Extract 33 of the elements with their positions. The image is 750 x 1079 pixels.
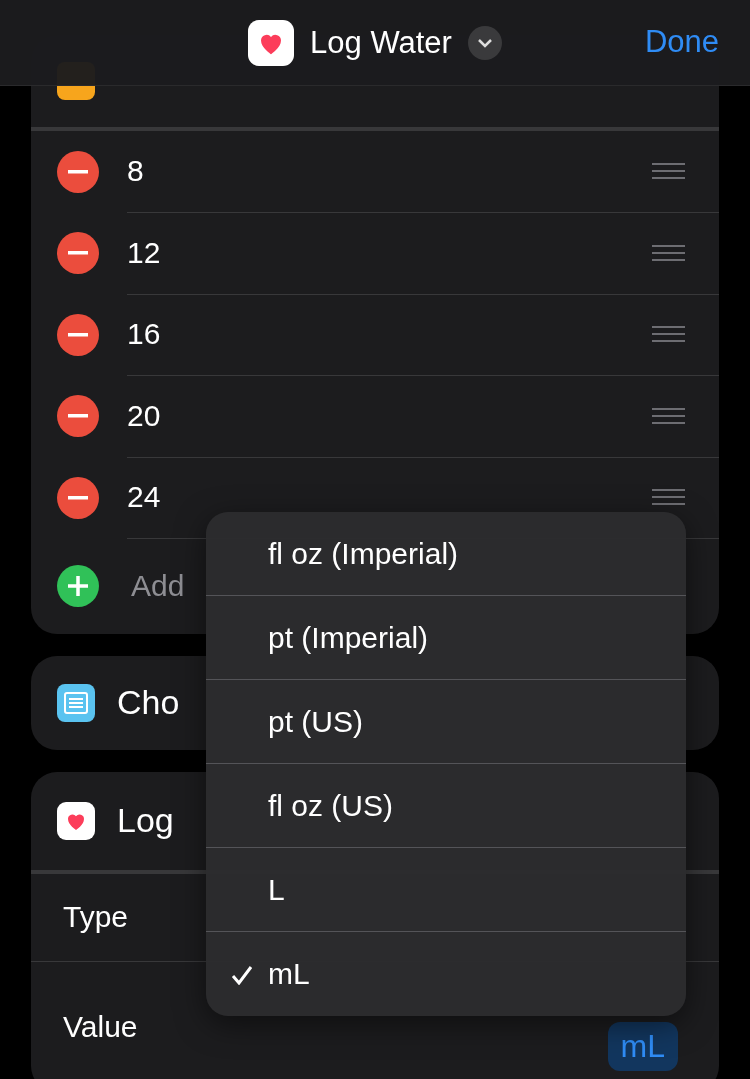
drag-handle-icon[interactable] (652, 243, 685, 262)
field-label: Type (63, 900, 129, 934)
menu-item[interactable]: fl oz (Imperial) (206, 512, 686, 596)
list-item-value: 8 (127, 154, 145, 189)
unit-token[interactable]: mL (607, 1021, 678, 1071)
remove-icon[interactable] (57, 150, 99, 193)
menu-item[interactable]: L (206, 848, 686, 932)
menu-item[interactable]: pt (US) (206, 680, 686, 764)
list-menu-icon (57, 683, 95, 722)
drag-handle-icon[interactable] (652, 325, 685, 344)
list-item-value: 12 (127, 235, 162, 270)
remove-icon[interactable] (57, 313, 99, 356)
checkmark-icon (231, 965, 253, 985)
menu-item[interactable]: pt (Imperial) (206, 596, 686, 680)
done-button[interactable]: Done (644, 24, 719, 60)
menu-item[interactable]: fl oz (US) (206, 764, 686, 848)
list-item-value: 16 (127, 317, 162, 352)
add-icon[interactable] (57, 565, 99, 607)
drag-handle-icon[interactable] (652, 406, 685, 425)
chevron-down-icon[interactable] (467, 25, 502, 60)
drag-handle-icon[interactable] (652, 162, 685, 181)
add-field[interactable]: Add (131, 569, 185, 603)
remove-icon[interactable] (57, 395, 99, 438)
list-item-value: 20 (127, 398, 162, 433)
action-title: Log (117, 801, 174, 840)
menu-item[interactable]: mL (206, 932, 686, 1016)
field-label: Value (63, 1009, 138, 1044)
remove-icon[interactable] (57, 232, 99, 275)
drag-handle-icon[interactable] (652, 488, 685, 507)
list-item-value: 24 (127, 480, 162, 515)
remove-icon[interactable] (57, 476, 99, 519)
shortcut-title: Log Water (310, 24, 452, 61)
action-title: Cho (117, 683, 180, 722)
